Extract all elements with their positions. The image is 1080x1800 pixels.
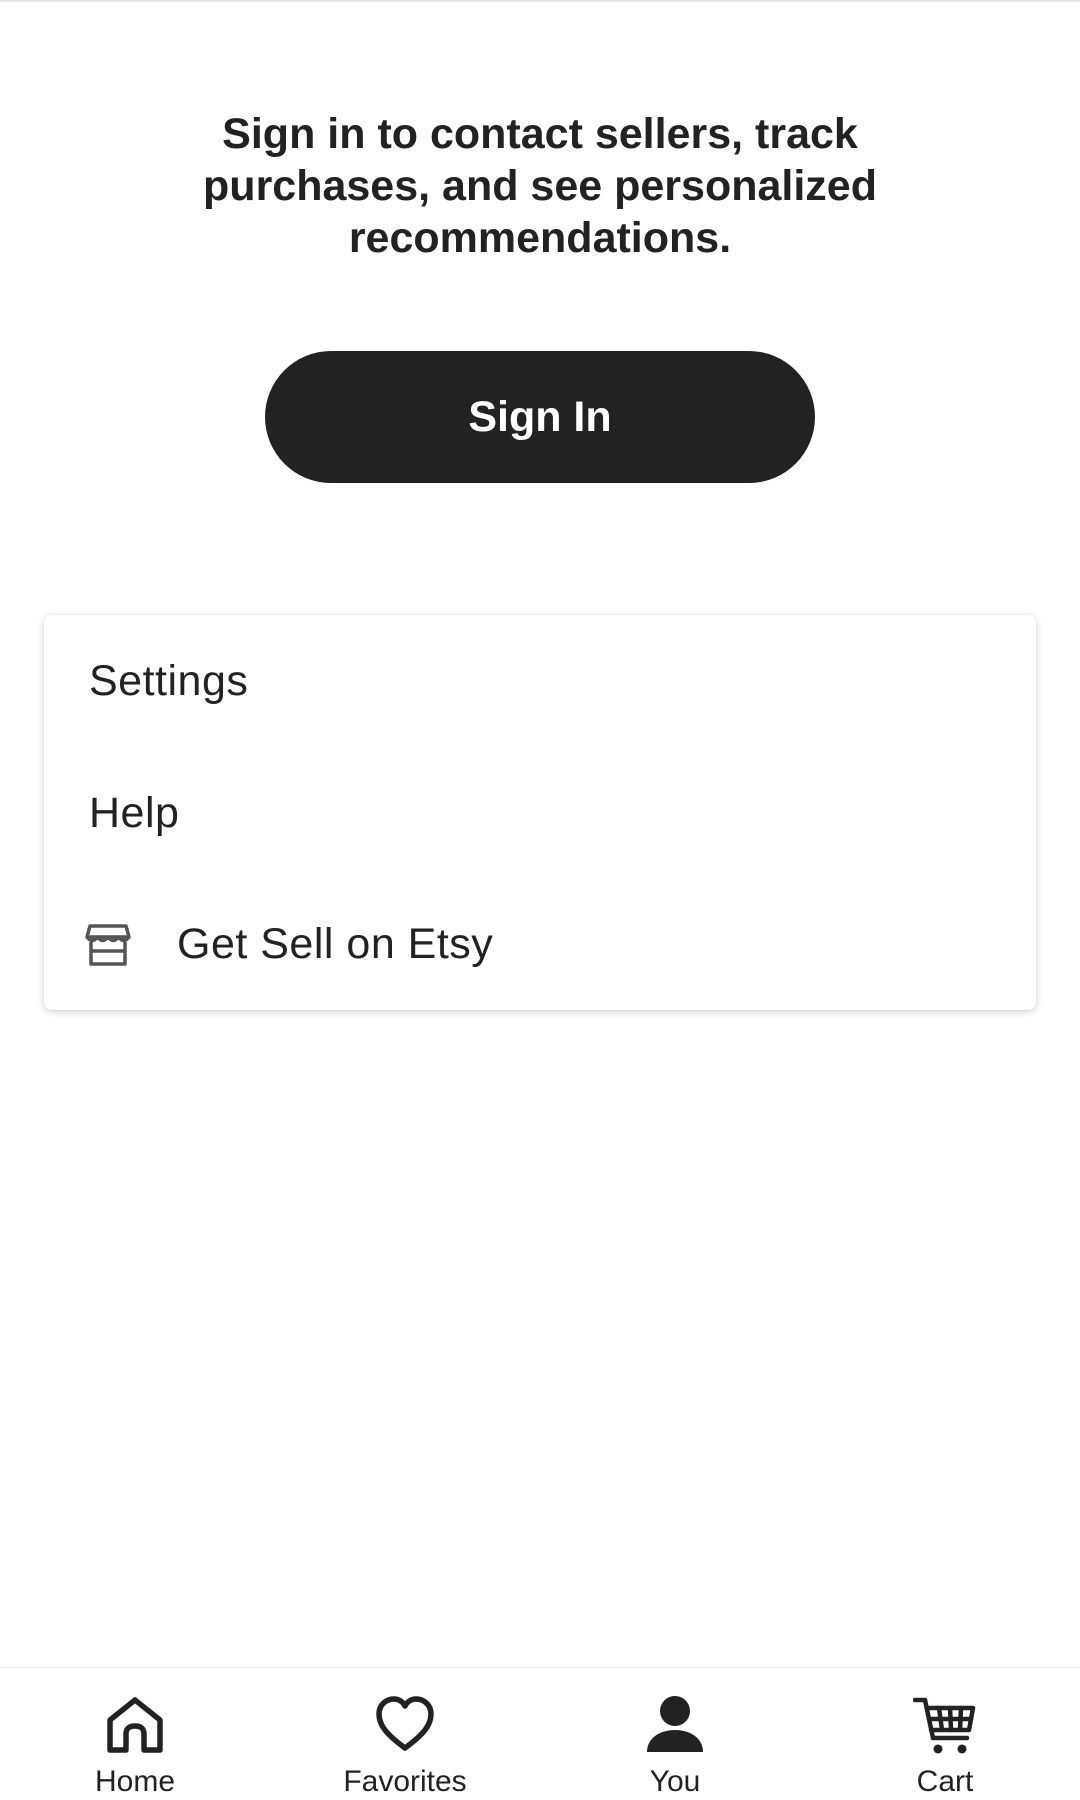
menu-item-label: Get Sell on Etsy (177, 919, 494, 968)
nav-label: You (649, 1765, 701, 1798)
top-divider (0, 0, 1080, 3)
nav-item-home[interactable]: Home (0, 1668, 270, 1798)
sign-in-button[interactable]: Sign In (265, 351, 815, 483)
nav-label: Favorites (343, 1765, 467, 1798)
home-icon (0, 1694, 270, 1758)
menu-item-sell-on-etsy[interactable]: Get Sell on Etsy (44, 878, 1036, 1010)
menu-item-label: Settings (89, 656, 249, 705)
nav-label: Home (94, 1765, 176, 1798)
account-menu-card: Settings Help Get Sell on Etsy (44, 615, 1036, 1010)
menu-item-settings[interactable]: Settings (44, 615, 1036, 747)
person-icon (540, 1694, 810, 1758)
cart-icon (810, 1694, 1080, 1758)
nav-item-you[interactable]: You (540, 1668, 810, 1798)
menu-item-label: Help (89, 788, 180, 837)
menu-item-help[interactable]: Help (44, 747, 1036, 879)
heart-icon (270, 1694, 540, 1758)
bottom-navigation: Home Favorites You Cart (0, 1667, 1080, 1798)
nav-item-favorites[interactable]: Favorites (270, 1668, 540, 1798)
nav-label: Cart (916, 1765, 974, 1798)
nav-item-cart[interactable]: Cart (810, 1668, 1080, 1798)
sign-in-prompt: Sign in to contact sellers, track purcha… (203, 110, 877, 262)
storefront-icon (84, 920, 132, 968)
